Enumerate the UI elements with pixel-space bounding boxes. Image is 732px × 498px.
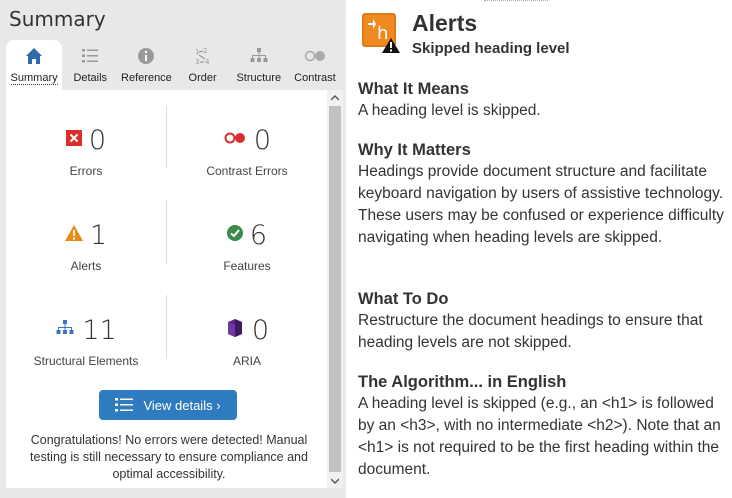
tab-details[interactable]: Details [62,40,118,90]
home-icon [25,46,43,66]
alerts-count: 1 [89,219,108,251]
view-details-label: View details › [143,397,221,413]
aria-cube-icon [225,318,245,343]
list-icon [115,397,134,413]
alerts-label: Alerts [70,259,102,273]
summary-content: 0 Errors 0 Contrast Errors 1 Alerts 6 Fe… [6,90,327,488]
stat-alerts[interactable]: 1 Alerts [6,197,166,292]
errors-count: 0 [88,124,107,156]
stat-structural-elements[interactable]: 11 Structural Elements [6,292,166,387]
alert-title: Alerts [412,10,478,36]
stat-errors[interactable]: 0 Errors [6,102,166,197]
errors-label: Errors [69,164,103,178]
reference-panel: h Alerts Skipped heading level What It M… [348,0,732,498]
list-icon [81,46,99,66]
contrast-errors-count: 0 [253,124,272,156]
congratulations-message: Congratulations! No errors were detected… [30,433,308,481]
skipped-heading-alert-icon: h [362,13,402,53]
section-what-to-do: What To Do Restructure the document head… [358,288,728,354]
stat-features[interactable]: 6 Features [167,197,327,292]
contrast-errors-label: Contrast Errors [206,164,288,178]
features-label: Features [223,259,271,273]
scroll-down-icon[interactable] [327,474,343,488]
tab-bar: Summary Details Reference 1 2 3 4 Order … [6,40,343,90]
svg-text:1: 1 [195,48,199,56]
info-icon [137,46,155,66]
section-heading: The Algorithm... in English [358,373,567,391]
tab-order[interactable]: 1 2 3 4 Order [175,40,231,90]
summary-panel: Summary Summary Details Reference 1 2 3 … [0,0,346,498]
scrollbar-thumb[interactable] [329,106,341,472]
alert-subtitle: Skipped heading level [412,40,570,57]
feature-check-icon [226,224,243,246]
view-details-button[interactable]: View details › [99,390,237,420]
structure-icon [249,46,269,66]
alert-icon [64,224,83,246]
error-icon [65,129,82,151]
svg-text:4: 4 [205,58,210,66]
order-icon: 1 2 3 4 [193,46,213,66]
panel-title: Summary [9,7,106,31]
section-what-it-means: What It Means A heading level is skipped… [358,78,728,122]
structure-icon [55,319,75,342]
section-body: A heading level is skipped (e.g., an <h1… [358,395,721,478]
focus-outline [484,0,548,1]
svg-text:3: 3 [195,58,199,66]
features-count: 6 [249,219,268,251]
section-body: A heading level is skipped. [358,102,541,119]
svg-text:h: h [377,23,388,44]
aria-count: 0 [251,314,270,346]
svg-text:2: 2 [203,47,207,55]
section-heading: Why It Matters [358,141,471,159]
summary-scrollbar[interactable] [327,90,343,488]
structural-label: Structural Elements [33,354,139,368]
tab-reference[interactable]: Reference [118,40,174,90]
section-heading: What To Do [358,290,449,308]
section-heading: What It Means [358,80,469,98]
aria-label: ARIA [232,354,261,368]
tab-structure[interactable]: Structure [231,40,287,90]
contrast-error-icon [223,131,247,150]
tab-contrast[interactable]: Contrast [287,40,343,90]
contrast-icon [303,46,327,66]
tab-summary[interactable]: Summary [6,40,63,90]
stat-aria[interactable]: 0 ARIA [167,292,327,387]
section-algorithm: The Algorithm... in English A heading le… [358,371,728,481]
section-why-it-matters: Why It Matters Headings provide document… [358,139,728,249]
scroll-up-icon[interactable] [327,91,343,105]
structural-count: 11 [82,314,117,346]
section-body: Restructure the document headings to ens… [358,312,703,351]
stat-contrast-errors[interactable]: 0 Contrast Errors [167,102,327,197]
section-body: Headings provide document structure and … [358,163,724,246]
